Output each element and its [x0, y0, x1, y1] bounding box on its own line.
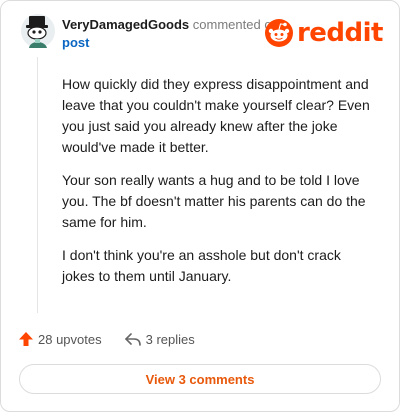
reply-arrow-icon: [124, 333, 141, 346]
user-avatar[interactable]: [20, 13, 56, 49]
thread-line[interactable]: [37, 57, 38, 313]
username-link[interactable]: VeryDamagedGoods: [62, 17, 189, 32]
comment-paragraph: I don't think you're an asshole but don'…: [62, 247, 341, 284]
upvote-count: 28 upvotes: [38, 331, 102, 347]
reply-count: 3 replies: [145, 331, 195, 347]
snoo-avatar-icon: [21, 14, 55, 48]
comment-card: VeryDamagedGoods commented on post reddi…: [0, 0, 400, 412]
reddit-alien-icon: [264, 19, 293, 47]
upvote-arrow-icon: [19, 332, 33, 346]
comment-header: VeryDamagedGoods commented on post: [62, 16, 282, 52]
reddit-logo[interactable]: reddit: [264, 18, 384, 48]
comment-paragraph: Your son really wants a hug and to be to…: [62, 172, 366, 230]
comment-paragraph: How quickly did they express disappointm…: [62, 76, 370, 155]
replies-button[interactable]: 3 replies: [124, 331, 195, 347]
reddit-wordmark: reddit: [296, 18, 384, 48]
comment-actions: 28 upvotes 3 replies: [18, 331, 195, 347]
upvote-button[interactable]: 28 upvotes: [18, 331, 102, 347]
view-comments-button[interactable]: View 3 comments: [19, 364, 381, 394]
comment-body: How quickly did they express disappointm…: [62, 74, 377, 299]
post-link[interactable]: post: [62, 35, 89, 50]
